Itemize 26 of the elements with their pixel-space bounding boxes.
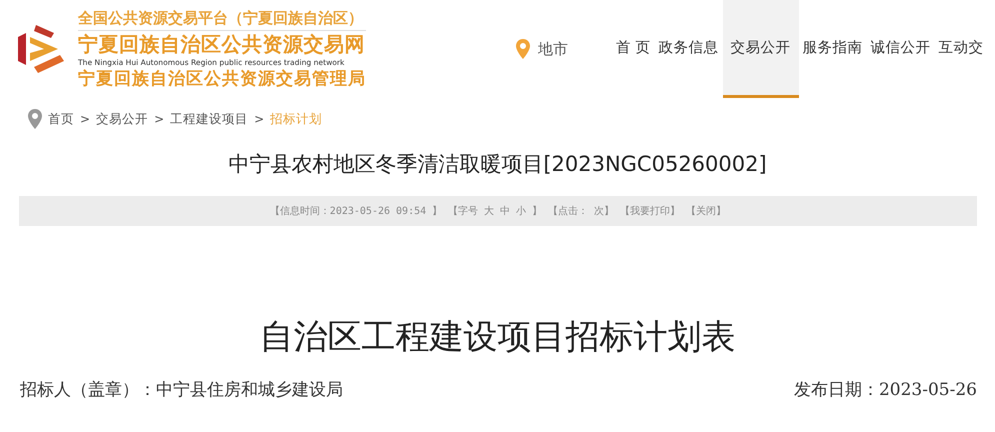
city-selector[interactable]: 地市 (538, 40, 568, 58)
location-pin-icon (28, 109, 42, 129)
breadcrumb-link[interactable]: 首页 (48, 110, 74, 128)
nav-tab[interactable]: 诚信公开 (866, 0, 935, 98)
breadcrumb-separator: > (254, 112, 264, 126)
publish-date: 发布日期：2023-05-26 (794, 379, 977, 401)
nav-tab[interactable]: 交易公开 (722, 0, 799, 98)
nav-tab[interactable]: 互动交 (934, 0, 988, 98)
breadcrumb-link[interactable]: 工程建设项目 (170, 110, 248, 128)
article-title: 中宁县农村地区冬季清洁取暖项目[2023NGC05260002] (227, 151, 768, 178)
document-heading: 自治区工程建设项目招标计划表 (258, 316, 736, 359)
font-size-label: 【字号 (448, 204, 478, 218)
click-count: 【点击： 次】 (548, 204, 614, 218)
publish-time: 【信息时间：2023-05-26 09:54 】 (270, 204, 442, 218)
bracket-text: 】 (532, 204, 542, 218)
nav-tab[interactable]: 服务指南 (798, 0, 867, 98)
bureau-title: 宁夏回族自治区公共资源交易管理局 (78, 68, 366, 90)
breadcrumb-link[interactable]: 交易公开 (96, 110, 148, 128)
breadcrumb-separator: > (154, 112, 164, 126)
tenderer-text: 招标人（盖章）：中宁县住房和城乡建设局 (20, 379, 343, 401)
site-title: 宁夏回族自治区公共资源交易网 (78, 30, 366, 58)
nav-tab[interactable]: 政务信息 (654, 0, 723, 98)
breadcrumb-separator: > (80, 112, 90, 126)
nav-tab[interactable]: 首 页 (612, 0, 655, 98)
platform-title: 全国公共资源交易平台（宁夏回族自治区） (78, 8, 366, 30)
location-pin-icon (516, 39, 530, 59)
